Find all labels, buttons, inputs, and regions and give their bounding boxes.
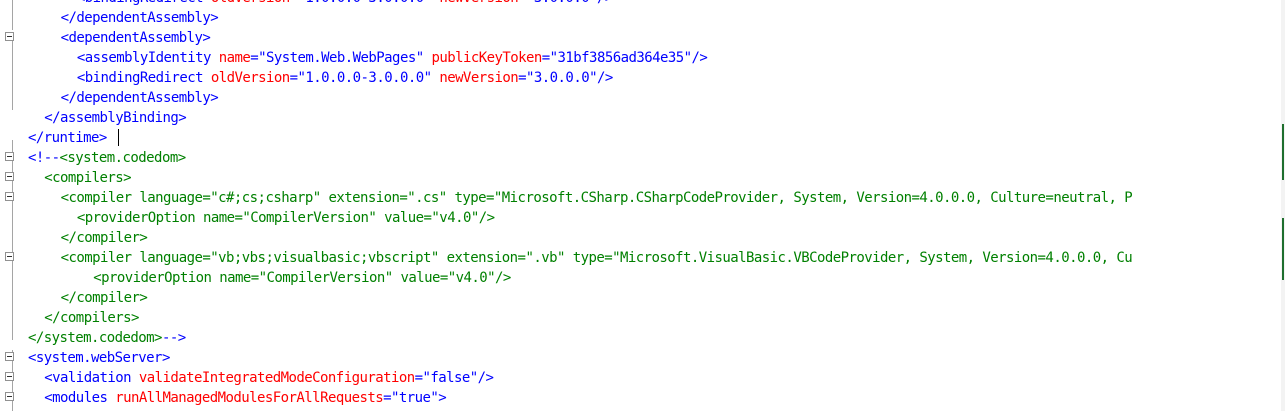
code-line[interactable]: </compilers> [44,308,139,328]
code-token: "> [430,390,447,406]
code-token: <validation [44,370,139,386]
code-token: </system.codedom> [28,330,163,346]
code-token: "/> [469,370,494,386]
scroll-change-marker [1282,218,1284,280]
code-token: <!-- [28,150,60,166]
code-token: <compiler language="vb;vbs;visualbasic;v… [60,250,1133,266]
code-token: <modules [44,390,116,406]
code-line[interactable]: <!--<system.codedom> [28,148,186,168]
collapse-icon[interactable] [5,392,14,401]
code-token: "/> [589,0,613,6]
code-token: <assemblyIdentity [76,50,219,66]
code-token: 1.0.0.0-3.0.0.0 [305,0,424,6]
code-line[interactable]: <dependentAssembly> [61,28,211,48]
vertical-scrollbar[interactable] [1281,0,1285,411]
code-token: <dependentAssembly> [60,30,211,46]
outlining-margin [0,0,26,411]
code-token: false [430,370,470,386]
code-token: =" [383,390,399,406]
collapse-icon[interactable] [5,372,14,381]
code-token: =" [541,50,558,66]
code-token: =" [414,370,431,386]
code-line[interactable]: </compiler> [61,228,148,248]
code-token: " [415,50,432,66]
code-token: newVersion [439,0,518,6]
code-line[interactable]: <compilers> [44,168,131,188]
code-line[interactable]: </dependentAssembly> [61,88,219,108]
code-token: <system.webServer> [28,350,170,366]
code-line[interactable]: </compiler> [61,288,148,308]
code-token: <bindingRedirect [77,0,211,6]
text-caret [118,129,119,146]
code-token: </compilers> [44,310,139,326]
collapse-icon[interactable] [5,352,14,361]
code-token: =" [518,0,534,6]
code-line[interactable]: <compiler language="vb;vbs;visualbasic;v… [61,248,1133,268]
code-token: </compiler> [60,290,148,306]
code-token: runAllManagedModulesForAllRequests [115,390,384,406]
code-token: --> [161,330,186,346]
code-token: </dependentAssembly> [60,10,219,26]
code-token: =" [289,70,306,86]
collapse-icon[interactable] [5,152,14,161]
code-token: publicKeyToken [431,50,542,66]
code-token: oldVersion [210,70,290,86]
code-token: validateIntegratedModeConfiguration [138,370,415,386]
outline-guide [12,0,13,30]
code-token: <providerOption name="CompilerVersion" v… [93,270,511,286]
code-token: name [218,50,251,66]
code-token: System.Web.WebPages [266,50,416,66]
code-token: <bindingRedirect [76,70,211,86]
code-token: </dependentAssembly> [60,90,219,106]
code-line[interactable]: <compiler language="c#;cs;csharp" extens… [61,188,1133,208]
code-line[interactable]: </system.codedom>--> [28,328,186,348]
code-token: newVersion [439,70,519,86]
code-line[interactable]: </assemblyBinding> [44,108,186,128]
code-line[interactable]: <modules runAllManagedModulesForAllReque… [44,388,446,408]
code-line[interactable]: <providerOption name="CompilerVersion" v… [93,268,511,288]
code-token: oldVersion [211,0,290,6]
code-token: </compiler> [60,230,148,246]
code-line[interactable]: </runtime> [28,128,107,148]
scroll-change-marker [1282,124,1284,180]
code-token: <compiler language="c#;cs;csharp" extens… [60,190,1133,206]
code-token: <compilers> [44,170,131,186]
collapse-icon[interactable] [5,172,14,181]
code-token: =" [250,50,266,66]
code-token: 31bf3856ad364e35 [557,50,685,66]
code-editor[interactable]: <bindingRedirect oldVersion="1.0.0.0-3.0… [0,0,1285,411]
code-line[interactable]: <validation validateIntegratedModeConfig… [44,368,494,388]
code-token: 3.0.0.0 [534,0,590,6]
code-token: "/> [683,50,708,66]
code-line[interactable]: <assemblyIdentity name="System.Web.WebPa… [76,48,708,68]
code-token: " [423,70,440,86]
collapse-icon[interactable] [5,192,14,201]
code-line[interactable]: <bindingRedirect oldVersion="1.0.0.0-3.0… [77,68,613,88]
code-token: "/> [589,70,613,86]
outline-guide [12,160,13,330]
collapse-icon[interactable] [5,32,14,41]
code-token: <providerOption name="CompilerVersion" v… [76,210,495,226]
code-line[interactable]: <system.webServer> [28,348,170,368]
code-line[interactable]: </dependentAssembly> [61,8,219,28]
outline-guide [12,40,13,110]
code-token: " [424,0,440,6]
code-token: =" [518,70,534,86]
code-line[interactable]: <providerOption name="CompilerVersion" v… [77,208,495,228]
code-token: <system.codedom> [59,150,187,166]
code-token: true [398,390,431,406]
code-line[interactable]: <bindingRedirect oldVersion="1.0.0.0-3.0… [77,0,613,8]
code-token: 1.0.0.0-3.0.0.0 [305,70,424,86]
collapse-icon[interactable] [5,252,14,261]
code-token: </runtime> [28,130,107,146]
code-token: </assemblyBinding> [44,110,187,126]
code-token: =" [290,0,306,6]
code-token: 3.0.0.0 [533,70,590,86]
